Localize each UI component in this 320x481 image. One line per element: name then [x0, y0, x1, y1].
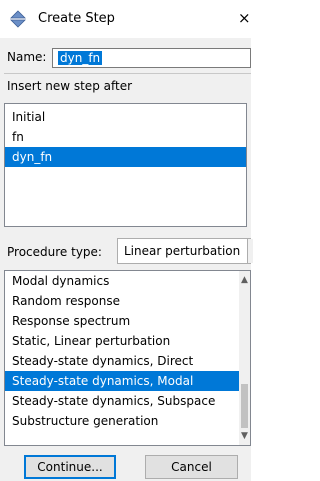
- procedure-type-value: Linear perturbation: [124, 244, 241, 258]
- list-item-fn[interactable]: fn: [5, 127, 246, 147]
- name-input[interactable]: dyn_fn: [52, 48, 251, 68]
- close-icon[interactable]: ×: [238, 9, 251, 27]
- name-label: Name:: [7, 50, 47, 64]
- procedure-type-label: Procedure type:: [7, 245, 102, 259]
- insert-after-label: Insert new step after: [7, 79, 133, 93]
- procedure-list[interactable]: Modal dynamics Random response Response …: [4, 270, 251, 446]
- scroll-up-icon[interactable]: ▲: [239, 273, 250, 287]
- step-list[interactable]: Initial fn dyn_fn: [4, 103, 247, 227]
- name-input-value: dyn_fn: [58, 51, 103, 65]
- list-item[interactable]: Response spectrum: [5, 311, 241, 331]
- list-item[interactable]: Static, Linear perturbation: [5, 331, 241, 351]
- create-step-icon: [10, 10, 26, 28]
- list-item[interactable]: Random response: [5, 291, 241, 311]
- procedure-type-select[interactable]: Linear perturbation: [117, 238, 253, 264]
- dropdown-arrow-icon[interactable]: [247, 239, 253, 263]
- divider: [4, 73, 251, 74]
- list-item-dyn-fn[interactable]: dyn_fn: [5, 147, 246, 167]
- window-title: Create Step: [38, 11, 115, 26]
- list-item-selected[interactable]: Steady-state dynamics, Modal: [5, 371, 241, 391]
- list-item[interactable]: Substructure generation: [5, 411, 241, 431]
- list-item[interactable]: Steady-state dynamics, Subspace: [5, 391, 241, 411]
- scroll-down-icon[interactable]: ▼: [239, 429, 250, 443]
- list-item-initial[interactable]: Initial: [5, 107, 246, 127]
- cancel-button[interactable]: Cancel: [145, 455, 238, 479]
- scroll-thumb[interactable]: [241, 384, 248, 428]
- list-item[interactable]: Modal dynamics: [5, 271, 241, 291]
- list-item[interactable]: Steady-state dynamics, Direct: [5, 351, 241, 371]
- continue-button[interactable]: Continue...: [24, 455, 116, 479]
- vertical-scrollbar[interactable]: ▲ ▼: [239, 271, 250, 445]
